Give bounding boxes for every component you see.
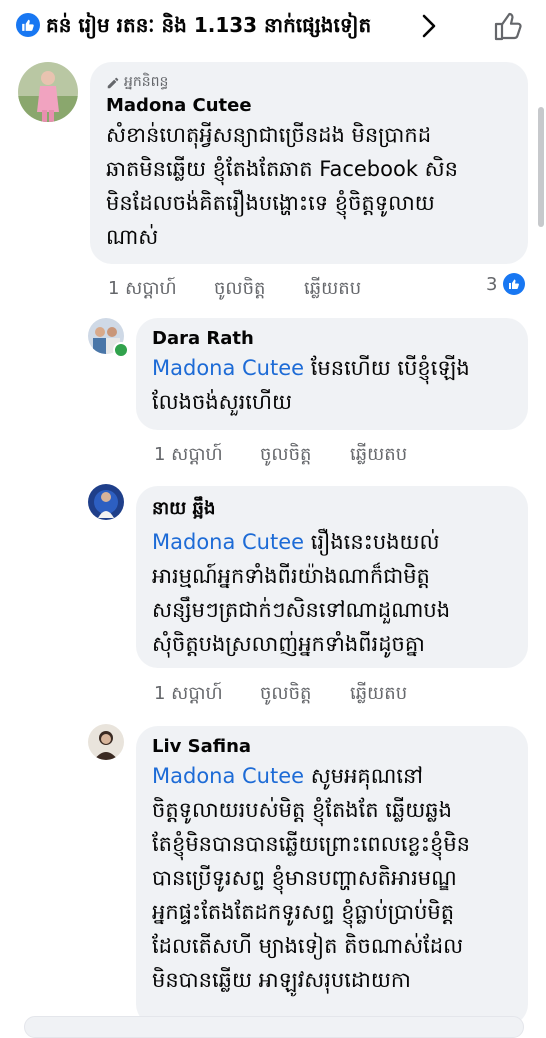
- comment-author[interactable]: Dara Rath: [152, 328, 512, 349]
- comment-line-text: រឿងនេះបងយល់: [304, 530, 440, 554]
- reactors-summary-text[interactable]: គន់ រៀម រតនៈ និង 1.133 នាក់ផ្សេងទៀត: [46, 12, 371, 42]
- comment-line: ដែលតើសហី ម្យាងទៀត តិចណាស់ដែល: [152, 934, 464, 958]
- comment-line: លែងចង់សួរហើយ: [152, 390, 292, 414]
- thumbs-up-outline-icon[interactable]: [492, 10, 524, 42]
- reaction-count[interactable]: 3: [486, 273, 526, 295]
- comment-line: មិនដែលចង់គិតរឿងបង្ហោះទេ ខ្ញុំចិត្តទូលាយ: [106, 191, 435, 215]
- like-icon: [16, 13, 40, 37]
- mention-link[interactable]: Madona Cutee: [152, 764, 304, 788]
- comment-bubble[interactable]: Liv Safina Madona Cutee សូមអគុណនៅ ចិត្តទ…: [136, 726, 528, 1026]
- comment-actions: 1 សប្តាហ៍ ចូលចិត្ត ឆ្លើយតប: [108, 276, 361, 303]
- reply-button[interactable]: ឆ្លើយតប: [350, 681, 407, 708]
- comment-line: សំខាន់ហេតុអ្វីសន្យាជាច្រើនដង មិនប្រាកដ: [106, 123, 432, 147]
- comment-line: សុំចិត្តបងស្រលាញ់អ្នកទាំងពីរដូចគ្នា: [152, 632, 425, 656]
- avatar[interactable]: [18, 62, 78, 122]
- comment-input-bar[interactable]: [24, 1016, 524, 1038]
- like-button[interactable]: ចូលចិត្ត: [214, 276, 304, 303]
- comment-line: ណាស់: [106, 225, 159, 249]
- comment-bubble[interactable]: Dara Rath Madona Cutee មែនហើយ បើខ្ញុំឡើង…: [136, 318, 528, 430]
- comment-line: សន្សឹមៗត្រជាក់ៗសិនទៅណាដួណាបង: [152, 598, 451, 622]
- mention-link[interactable]: Madona Cutee: [152, 530, 304, 554]
- comment-line: មិនបានឆ្លើយ អាឡូវសរុបដោយកា: [152, 968, 411, 992]
- comment-line: អារម្មណ៍អ្នកទាំងពីរយ៉ាងណាក៏ជាមិត្ត: [152, 564, 430, 588]
- comment-bubble[interactable]: អ្នកនិពន្ធ Madona Cutee សំខាន់ហេតុអ្វីសន…: [90, 62, 528, 264]
- comment-bubble[interactable]: នាយ ឆ្អឹង Madona Cutee រឿងនេះបងយល់ អារម្…: [136, 486, 528, 668]
- reactions-summary-bar[interactable]: គន់ រៀម រតនៈ និង 1.133 នាក់ផ្សេងទៀត: [0, 0, 546, 52]
- comment-line: អ្នកផ្ទះតែងតែដកទូរសព្ទ ខ្ញុំធ្លាប់ប្រាប់…: [152, 900, 455, 924]
- comment-line: ឆាតមិនឆ្លើយ ខ្ញុំតែងតែឆាត Facebook សិន: [106, 157, 458, 181]
- scrollbar[interactable]: [538, 107, 544, 227]
- online-status-indicator: [113, 342, 129, 358]
- comment-author[interactable]: Madona Cutee: [106, 95, 512, 116]
- comment-line: បានប្រើទូរសព្ទ ខ្ញុំមានបញ្ហាសតិអារមណ្ឌ: [152, 866, 457, 890]
- avatar[interactable]: [88, 724, 124, 760]
- comment-text: Madona Cutee មែនហើយ បើខ្ញុំឡើង លែងចង់សួរ…: [152, 351, 512, 419]
- like-icon: [503, 273, 526, 295]
- reply-button[interactable]: ឆ្លើយតប: [304, 276, 361, 303]
- comment-line: Madona Cutee សូមអគុណនៅ: [152, 759, 512, 793]
- comment-text: សំខាន់ហេតុអ្វីសន្យាជាច្រើនដង មិនប្រាកដ ឆ…: [106, 118, 512, 254]
- avatar[interactable]: [88, 484, 124, 520]
- comment-line: Madona Cutee រឿងនេះបងយល់: [152, 525, 512, 559]
- author-badge: អ្នកនិពន្ធ: [106, 72, 512, 93]
- reply-button[interactable]: ឆ្លើយតប: [350, 442, 407, 469]
- pencil-icon: [107, 77, 119, 88]
- author-badge-label: អ្នកនិពន្ធ: [124, 74, 169, 90]
- comment-line: តែខ្ញុំមិនបានបានឆ្លើយព្រោះពេលខ្លេះខ្ញុំម…: [152, 832, 470, 856]
- comment-time[interactable]: 1 សប្តាហ៍: [154, 442, 260, 469]
- comment-line: ចិត្តទូលាយរបស់មិត្ត ខ្ញុំតែងតែ ឆ្លើយឆ្លង: [152, 798, 452, 822]
- comment-line-text: សូមអគុណនៅ: [304, 764, 424, 788]
- mention-link[interactable]: Madona Cutee: [152, 356, 304, 380]
- chevron-right-icon[interactable]: [418, 12, 440, 40]
- comment-time[interactable]: 1 សប្តាហ៍: [154, 681, 260, 708]
- comment-line-text: មែនហើយ បើខ្ញុំឡើង: [304, 356, 470, 380]
- comment-author[interactable]: Liv Safina: [152, 736, 512, 757]
- comment-actions: 1 សប្តាហ៍ ចូលចិត្ត ឆ្លើយតប: [154, 442, 407, 469]
- comment-text: Madona Cutee រឿងនេះបងយល់ អារម្មណ៍អ្នកទាំ…: [152, 525, 512, 661]
- comment-author[interactable]: នាយ ឆ្អឹង: [152, 496, 512, 523]
- comment-time[interactable]: 1 សប្តាហ៍: [108, 276, 214, 303]
- reaction-count-number: 3: [486, 273, 498, 295]
- comment-line: Madona Cutee មែនហើយ បើខ្ញុំឡើង: [152, 351, 512, 385]
- like-button[interactable]: ចូលចិត្ត: [260, 681, 350, 708]
- comment-actions: 1 សប្តាហ៍ ចូលចិត្ត ឆ្លើយតប: [154, 681, 407, 708]
- comment-text: Madona Cutee សូមអគុណនៅ ចិត្តទូលាយរបស់មិត…: [152, 759, 512, 997]
- like-button[interactable]: ចូលចិត្ត: [260, 442, 350, 469]
